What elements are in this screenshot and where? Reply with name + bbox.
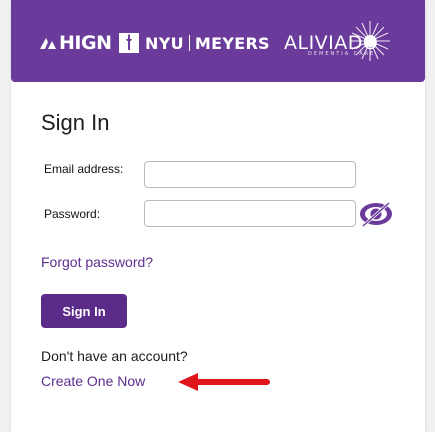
- password-label: Password:: [44, 207, 101, 221]
- nyu-torch-icon: [119, 33, 139, 53]
- page-title: Sign In: [41, 110, 110, 135]
- aliviado-subtitle: DEMENTIA CARE: [308, 51, 376, 57]
- email-field[interactable]: [144, 161, 356, 188]
- email-label: Email address:: [44, 162, 124, 176]
- nyu-text: NYU: [145, 33, 184, 53]
- nyu-separator: [188, 35, 190, 51]
- hign-mark-icon: [40, 38, 56, 49]
- sign-in-button[interactable]: Sign In: [41, 294, 127, 328]
- forgot-password-link[interactable]: Forgot password?: [41, 254, 153, 270]
- red-arrow-left-icon: [178, 373, 270, 391]
- nyu-meyers-logo: NYU MEYERS: [119, 29, 270, 57]
- meyers-text: MEYERS: [194, 33, 270, 53]
- header-banner: HIGN NYU MEYERS ALIVIADO DEMENTIA CARE: [11, 0, 425, 82]
- no-account-text: Don't have an account?: [41, 348, 188, 364]
- create-account-link[interactable]: Create One Now: [41, 373, 145, 389]
- show-password-eye-icon[interactable]: [358, 198, 394, 230]
- password-field[interactable]: [144, 200, 356, 227]
- hign-logo-text: HIGN: [59, 32, 112, 54]
- hign-logo: HIGN: [39, 29, 112, 57]
